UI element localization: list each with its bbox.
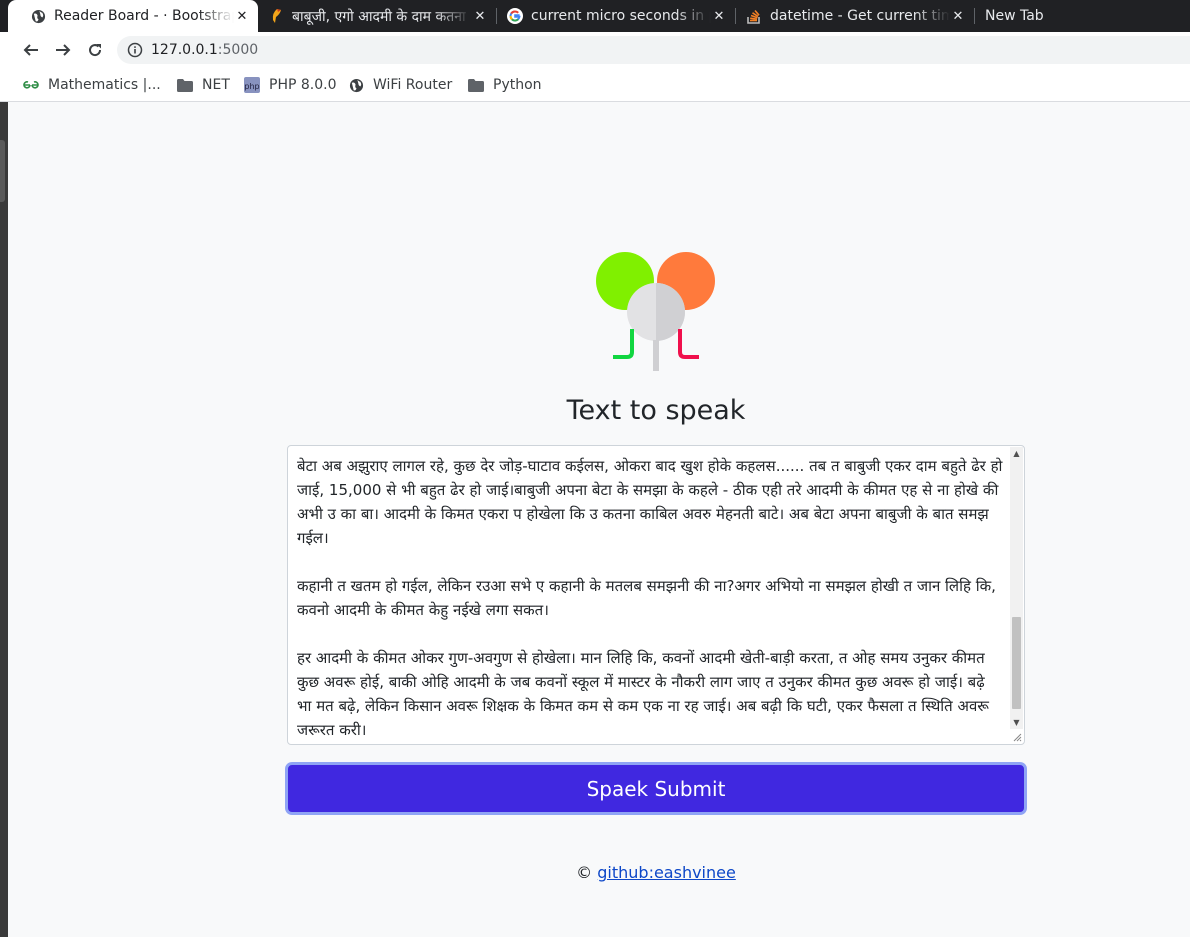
app-logo [596, 252, 715, 371]
bookmark-wifi-router[interactable]: WiFi Router [348, 74, 452, 96]
scroll-up-icon[interactable]: ▲ [1010, 449, 1023, 458]
tab-reader-board[interactable]: Reader Board - · Bootstrap ✕ [8, 0, 258, 32]
url-text: 127.0.0.1:5000 [151, 42, 259, 58]
bookmark-net[interactable]: NET [177, 74, 230, 96]
tab-new-tab[interactable]: New Tab [975, 0, 1095, 32]
bookmarks-bar: Mathematics |... NET php PHP 8.0.0 WiFi … [0, 68, 1190, 102]
desktop-edge [0, 102, 8, 937]
speech-text-input[interactable]: बेटा अब अझुराए लागल रहे, कुछ देर जोड़-घा… [287, 445, 1025, 745]
svg-text:php: php [244, 82, 259, 91]
tab-strip: Reader Board - · Bootstrap ✕ बाबूजी, एगो… [0, 0, 1190, 32]
scroll-down-icon[interactable]: ▼ [1010, 718, 1023, 727]
tab-datetime[interactable]: datetime - Get current time ✕ [736, 0, 974, 32]
scrollbar-thumb[interactable] [1012, 617, 1021, 709]
globe-icon [348, 77, 364, 93]
address-bar[interactable]: 127.0.0.1:5000 [117, 36, 1190, 64]
page-content: Text to speak बेटा अब अझुराए लागल रहे, क… [8, 103, 1190, 937]
tab-micro-seconds[interactable]: current micro seconds in python ✕ [497, 0, 735, 32]
folder-icon [468, 77, 484, 93]
geeksforgeeks-icon [23, 77, 39, 93]
speak-submit-button[interactable]: Spaek Submit [285, 762, 1027, 815]
stackoverflow-icon [746, 8, 762, 24]
bookmark-mathematics[interactable]: Mathematics |... [23, 74, 161, 96]
close-icon[interactable]: ✕ [234, 9, 250, 24]
reload-icon [89, 44, 102, 57]
close-icon[interactable]: ✕ [472, 9, 488, 24]
bookmark-python[interactable]: Python [468, 74, 542, 96]
textarea-content: बेटा अब अझुराए लागल रहे, कुछ देर जोड़-घा… [297, 457, 1003, 739]
back-button[interactable] [17, 36, 45, 64]
forward-button[interactable] [49, 36, 77, 64]
github-link[interactable]: github:eashvinee [597, 863, 736, 882]
bookmark-php[interactable]: php PHP 8.0.0 [244, 74, 336, 96]
browser-toolbar: 127.0.0.1:5000 [0, 32, 1190, 68]
php-icon: php [244, 77, 260, 93]
globe-icon [30, 8, 46, 24]
arrow-right-icon [56, 44, 71, 56]
page-title: Text to speak [566, 395, 746, 426]
arrow-left-icon [23, 44, 38, 56]
resize-handle-icon[interactable] [1012, 732, 1022, 742]
textarea-scrollbar[interactable]: ▲ ▼ [1010, 447, 1023, 729]
google-icon [507, 8, 523, 24]
tab-babuji[interactable]: बाबूजी, एगो आदमी के दाम कतना ✕ [258, 0, 496, 32]
close-icon[interactable]: ✕ [711, 9, 727, 24]
info-icon[interactable] [127, 42, 143, 58]
bird-icon [268, 8, 284, 24]
close-icon[interactable]: ✕ [950, 9, 966, 24]
folder-icon [177, 77, 193, 93]
footer: © github:eashvinee [576, 863, 736, 882]
reload-button[interactable] [81, 36, 109, 64]
